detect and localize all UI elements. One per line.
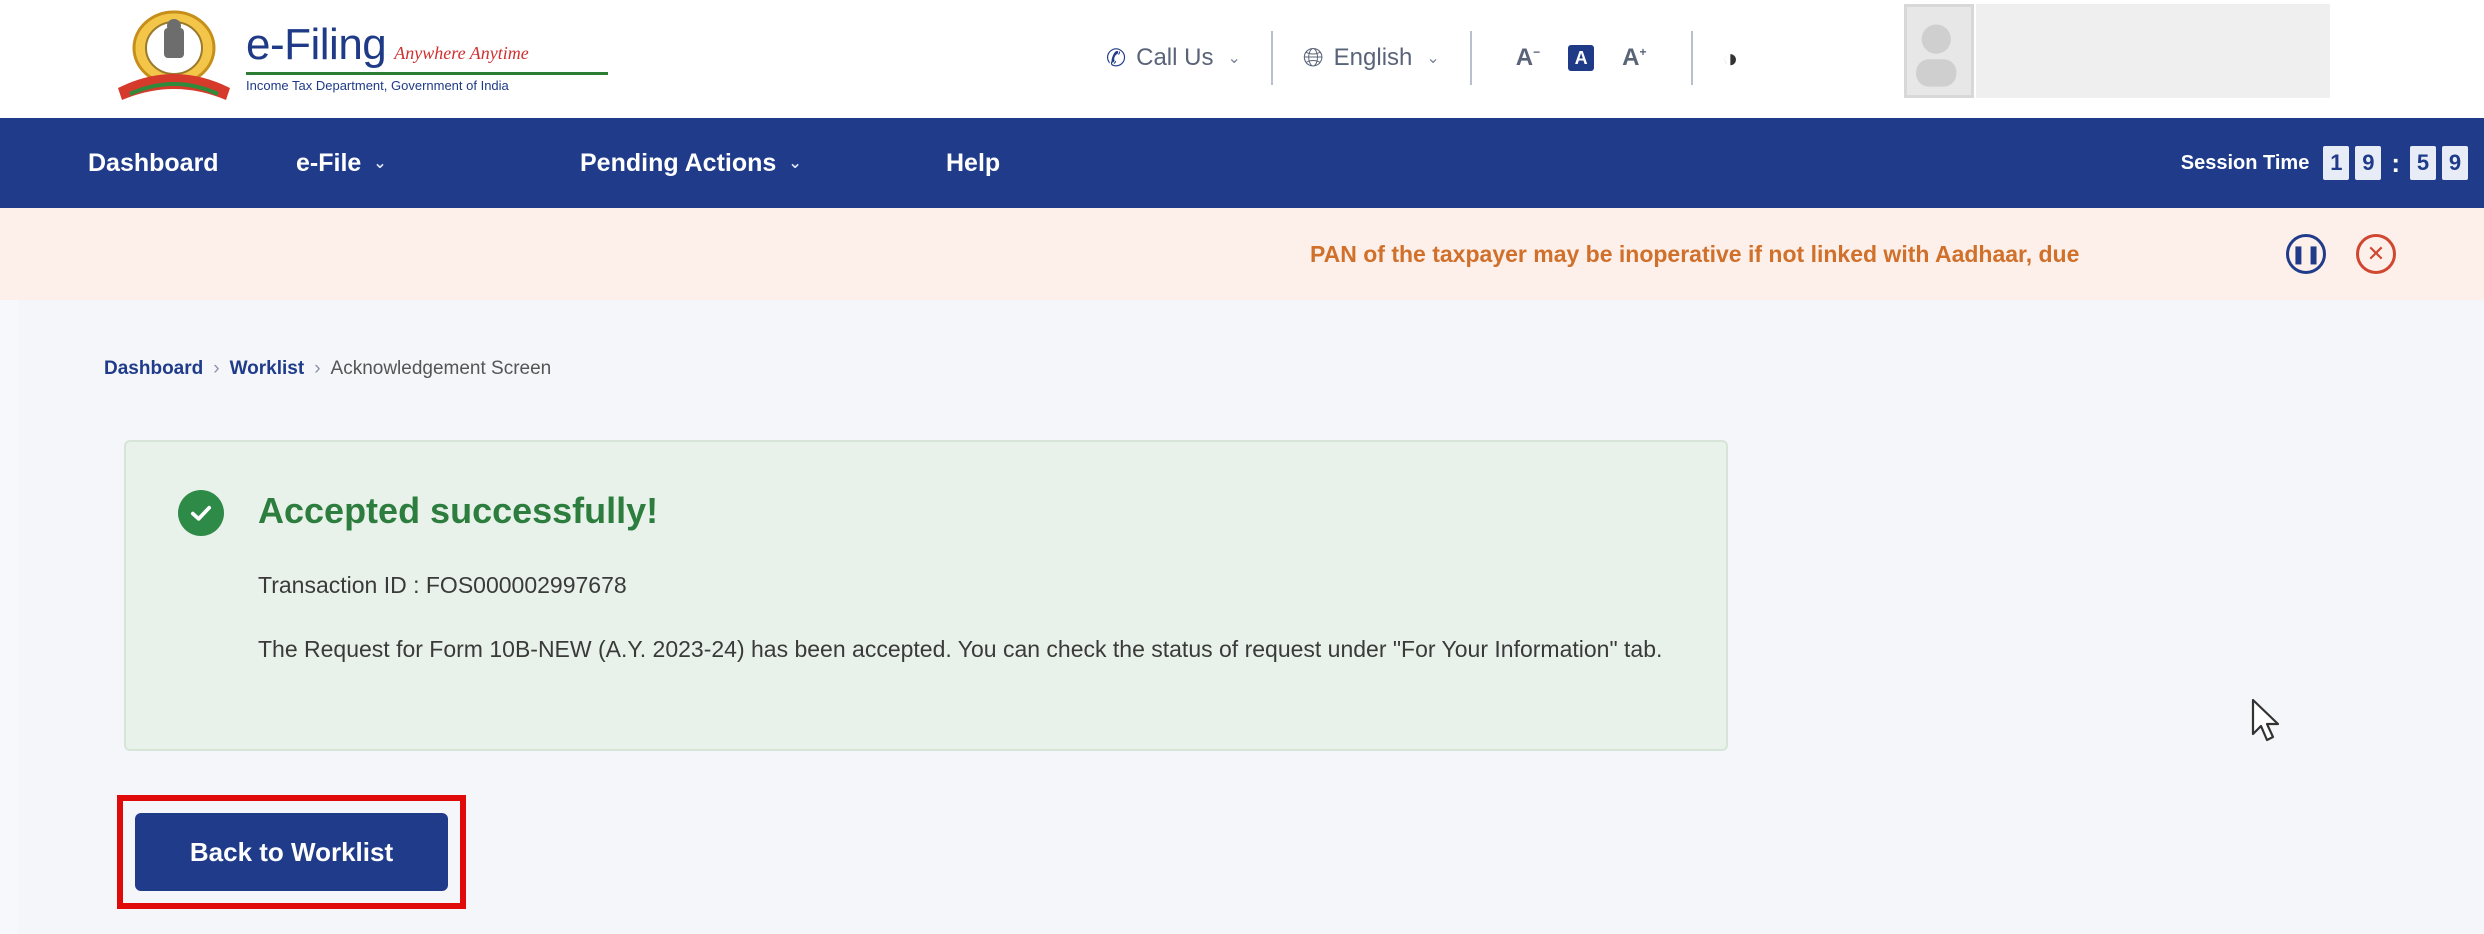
language-label: English bbox=[1333, 44, 1413, 71]
breadcrumb-worklist[interactable]: Worklist bbox=[230, 358, 305, 380]
close-icon[interactable]: ✕ bbox=[2356, 234, 2396, 274]
header-tools: ✆ Call Us ⌄ 🌐︎ English ⌄ A− A A+ ◑ bbox=[1106, 30, 1738, 86]
efiling-logo[interactable]: e-Filing Anywhere Anytime Income Tax Dep… bbox=[110, 6, 608, 106]
nav-label: Pending Actions bbox=[580, 148, 777, 177]
breadcrumb-separator: › bbox=[213, 358, 220, 379]
breadcrumb-separator: › bbox=[314, 358, 321, 379]
font-decrease-button[interactable]: A− bbox=[1516, 44, 1540, 72]
font-increase-button[interactable]: A+ bbox=[1622, 44, 1646, 72]
globe-icon: 🌐︎ bbox=[1302, 42, 1324, 72]
font-default-button[interactable]: A bbox=[1568, 45, 1595, 71]
back-to-worklist-button[interactable]: Back to Worklist bbox=[135, 813, 448, 891]
session-label: Session Time bbox=[2180, 151, 2310, 174]
contrast-icon[interactable]: ◑ bbox=[1723, 43, 1739, 74]
top-header: e-Filing Anywhere Anytime Income Tax Dep… bbox=[0, 0, 2484, 118]
nav-efile[interactable]: e-File ⌄ bbox=[296, 118, 387, 208]
brand-name: e-Filing bbox=[246, 19, 387, 69]
brand-subtitle: Income Tax Department, Government of Ind… bbox=[246, 77, 509, 93]
font-increase-label: A bbox=[1622, 44, 1640, 71]
session-digit: 9 bbox=[2355, 146, 2382, 180]
call-us-menu[interactable]: ✆ Call Us ⌄ bbox=[1106, 44, 1241, 73]
check-circle-icon bbox=[178, 490, 224, 536]
banner-message: PAN of the taxpayer may be inoperative i… bbox=[1310, 240, 2080, 267]
divider bbox=[1469, 31, 1472, 85]
phone-icon: ✆ bbox=[1106, 44, 1127, 72]
chevron-down-icon: ⌄ bbox=[788, 155, 802, 172]
breadcrumb-dashboard[interactable]: Dashboard bbox=[104, 358, 203, 380]
font-default-label: A bbox=[1574, 47, 1588, 68]
session-timer: Session Time 1 9 : 5 9 bbox=[2181, 118, 2468, 208]
success-card: Accepted successfully! Transaction ID : … bbox=[124, 440, 1728, 751]
nav-label: Dashboard bbox=[88, 148, 219, 177]
content-panel: Dashboard › Worklist › Acknowledgement S… bbox=[18, 300, 2484, 934]
session-digit: 1 bbox=[2323, 146, 2350, 180]
brand-divider bbox=[246, 71, 608, 75]
divider bbox=[1270, 31, 1273, 85]
main-content: Dashboard › Worklist › Acknowledgement S… bbox=[0, 300, 2484, 934]
session-digit: 5 bbox=[2410, 146, 2436, 180]
nav-label: Help bbox=[946, 148, 1001, 177]
user-name-block[interactable] bbox=[1976, 4, 2330, 98]
breadcrumb-current: Acknowledgement Screen bbox=[330, 358, 552, 379]
session-digit: 9 bbox=[2442, 146, 2468, 180]
alert-banner: PAN of the taxpayer may be inoperative i… bbox=[0, 208, 2484, 300]
brand-tagline: Anywhere Anytime bbox=[394, 42, 529, 63]
transaction-id: Transaction ID : FOS000002997678 bbox=[258, 572, 627, 598]
success-message: The Request for Form 10B-NEW (A.Y. 2023-… bbox=[258, 636, 1663, 662]
chevron-down-icon: ⌄ bbox=[1426, 50, 1440, 67]
emblem-icon bbox=[110, 8, 238, 104]
font-decrease-label: A bbox=[1515, 44, 1534, 71]
highlight-box: Back to Worklist bbox=[117, 795, 466, 909]
mouse-cursor-icon bbox=[2251, 698, 2280, 742]
divider bbox=[1690, 31, 1693, 85]
pause-icon[interactable]: ❚❚ bbox=[2286, 234, 2326, 274]
nav-help[interactable]: Help bbox=[946, 118, 1000, 208]
chevron-down-icon: ⌄ bbox=[373, 155, 387, 172]
avatar[interactable] bbox=[1904, 4, 1974, 98]
breadcrumb: Dashboard › Worklist › Acknowledgement S… bbox=[104, 358, 551, 380]
nav-dashboard[interactable]: Dashboard bbox=[88, 118, 219, 208]
nav-pending-actions[interactable]: Pending Actions ⌄ bbox=[580, 118, 802, 208]
success-title: Accepted successfully! bbox=[258, 490, 659, 531]
nav-label: e-File bbox=[296, 148, 362, 177]
call-us-label: Call Us bbox=[1136, 44, 1214, 71]
language-menu[interactable]: 🌐︎ English ⌄ bbox=[1303, 42, 1440, 74]
session-colon: : bbox=[2391, 147, 2400, 178]
chevron-down-icon: ⌄ bbox=[1227, 50, 1241, 67]
main-nav: Dashboard e-File ⌄ Pending Actions ⌄ Hel… bbox=[0, 118, 2484, 208]
